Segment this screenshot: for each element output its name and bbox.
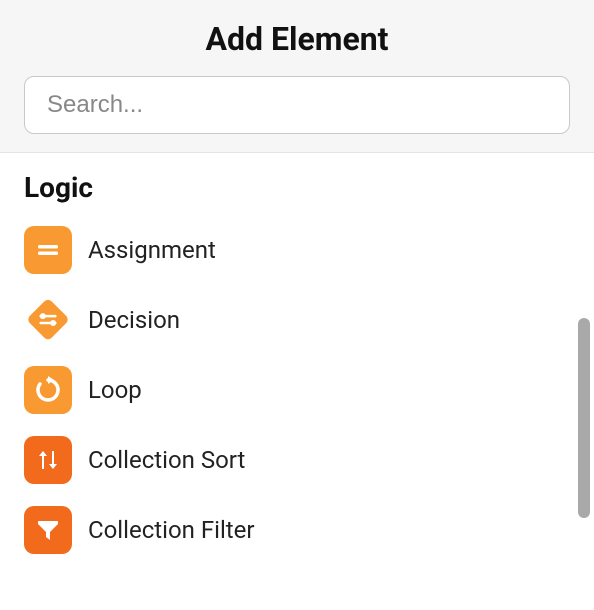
section-heading-logic: Logic: [24, 171, 570, 204]
search-wrap: [24, 76, 570, 134]
page-title: Add Element: [24, 20, 570, 58]
element-item-label: Collection Filter: [88, 516, 255, 544]
assignment-icon: [24, 226, 72, 274]
element-item-label: Assignment: [88, 236, 216, 264]
collection-sort-icon: [24, 436, 72, 484]
collection-filter-icon: [24, 506, 72, 554]
scrollbar-thumb[interactable]: [578, 318, 590, 518]
search-input[interactable]: [24, 76, 570, 134]
element-item-assignment[interactable]: Assignment: [24, 226, 570, 274]
element-item-collection-sort[interactable]: Collection Sort: [24, 436, 570, 484]
decision-icon: [24, 296, 72, 344]
element-item-label: Loop: [88, 376, 142, 404]
content-area: Logic Assignment Decis: [0, 153, 594, 600]
element-item-label: Decision: [88, 306, 180, 334]
loop-icon: [24, 366, 72, 414]
element-item-decision[interactable]: Decision: [24, 296, 570, 344]
element-item-collection-filter[interactable]: Collection Filter: [24, 506, 570, 554]
element-item-label: Collection Sort: [88, 446, 245, 474]
element-item-loop[interactable]: Loop: [24, 366, 570, 414]
modal-header: Add Element: [0, 0, 594, 153]
